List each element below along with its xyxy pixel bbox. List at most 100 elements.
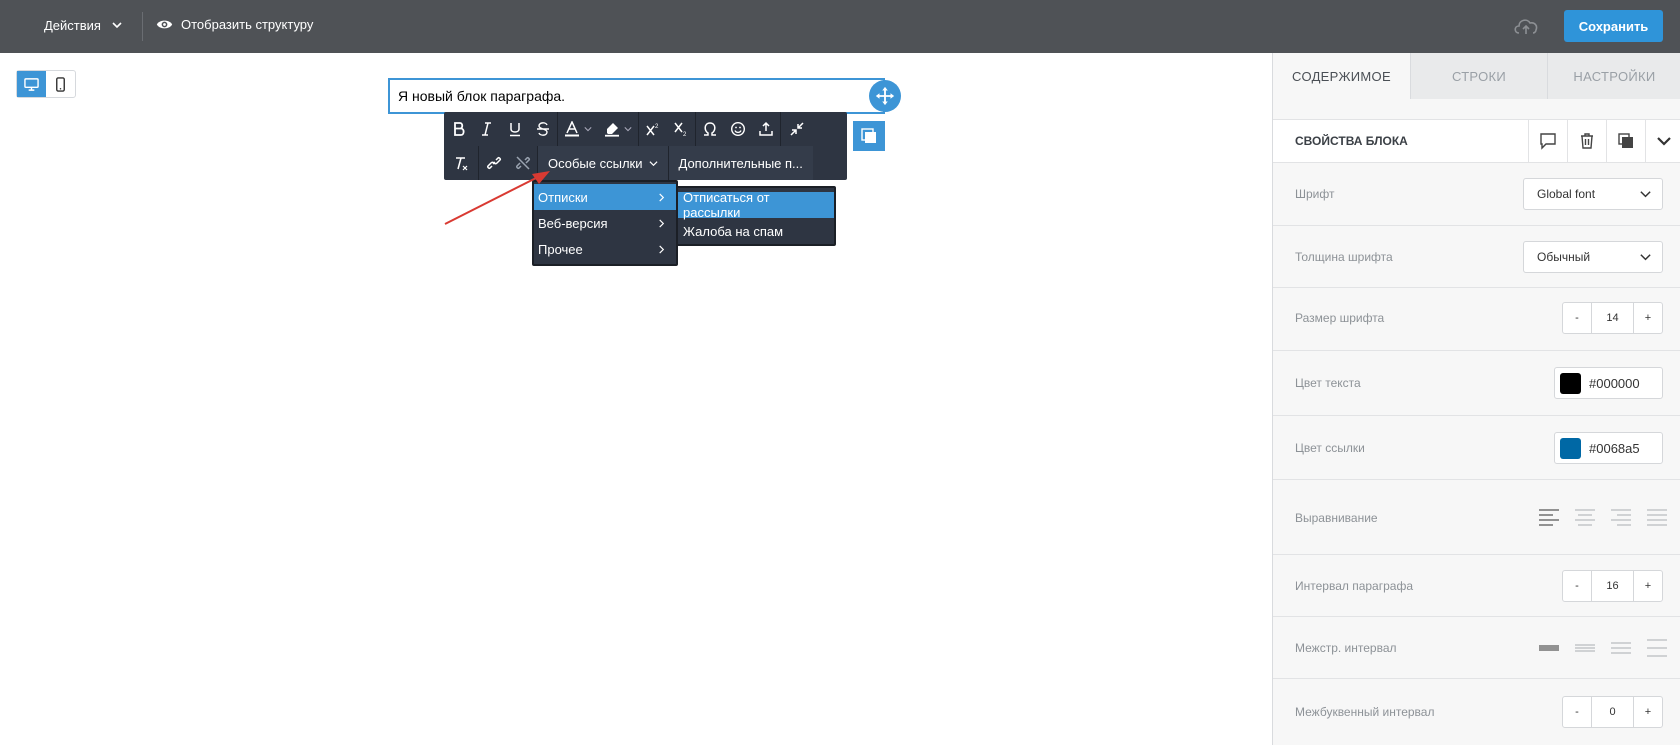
line-height-normal-icon[interactable] bbox=[1574, 638, 1596, 658]
unlink-icon bbox=[516, 156, 530, 170]
link-color-field[interactable]: #0068a5 bbox=[1554, 432, 1663, 464]
text-color-row: Цвет текста #000000 bbox=[1273, 351, 1680, 416]
text-color-field[interactable]: #000000 bbox=[1554, 367, 1663, 399]
link-color-value: #0068a5 bbox=[1589, 440, 1640, 456]
actions-menu[interactable]: Действия bbox=[44, 14, 123, 36]
desktop-icon bbox=[24, 77, 39, 91]
duplicate-block-panel-button[interactable] bbox=[1606, 120, 1645, 162]
subscript-button[interactable]: 2 bbox=[667, 112, 695, 146]
tab-rows[interactable]: СТРОКИ bbox=[1410, 53, 1547, 99]
delete-block-button[interactable] bbox=[1567, 120, 1606, 162]
increment-button[interactable]: + bbox=[1634, 571, 1662, 601]
insert-button[interactable] bbox=[752, 112, 780, 146]
letter-spacing-label: Межбуквенный интервал bbox=[1295, 705, 1435, 719]
font-size-value[interactable]: 14 bbox=[1591, 303, 1634, 333]
duplicate-block-button[interactable] bbox=[853, 121, 885, 151]
chevron-right-icon bbox=[659, 244, 665, 254]
paragraph-spacing-value[interactable]: 16 bbox=[1591, 571, 1634, 601]
show-structure-label: Отобразить структуру bbox=[181, 17, 314, 32]
font-select[interactable]: Global font bbox=[1523, 178, 1663, 210]
submenu-item-label: Отписаться от рассылки bbox=[683, 190, 770, 220]
increment-button[interactable]: + bbox=[1634, 303, 1662, 333]
chevron-down-icon bbox=[1640, 190, 1651, 197]
unsubscribe-submenu: Отписаться от рассылки Жалоба на спам bbox=[676, 186, 836, 246]
link-icon bbox=[487, 157, 501, 169]
line-height-compact-icon[interactable] bbox=[1538, 638, 1560, 658]
top-bar: Действия Отобразить структуру Сохранить bbox=[0, 0, 1680, 53]
text-color-button[interactable] bbox=[558, 112, 598, 146]
superscript-icon: 2 bbox=[646, 124, 659, 136]
submenu-item-spam-complaint[interactable]: Жалоба на спам bbox=[678, 218, 834, 244]
more-options-dropdown[interactable]: Дополнительные п... bbox=[668, 146, 813, 180]
chevron-right-icon bbox=[659, 218, 665, 228]
alignment-label: Выравнивание bbox=[1295, 511, 1378, 525]
move-handle[interactable] bbox=[869, 80, 901, 112]
line-height-buttons bbox=[1538, 638, 1668, 658]
text-color-swatch[interactable] bbox=[1560, 372, 1581, 394]
italic-icon bbox=[482, 122, 491, 136]
chevron-down-icon bbox=[112, 22, 122, 29]
more-options-label: Дополнительные п... bbox=[678, 155, 803, 171]
comment-button[interactable] bbox=[1528, 120, 1567, 162]
letter-spacing-row: Межбуквенный интервал - 0 + bbox=[1273, 679, 1680, 745]
toolbar-row-1: 2 2 bbox=[444, 112, 813, 146]
line-height-loose-icon[interactable] bbox=[1646, 638, 1668, 658]
collapse-toolbar-button[interactable] bbox=[781, 112, 813, 146]
align-justify-icon[interactable] bbox=[1646, 507, 1668, 527]
block-properties-header: СВОЙСТВА БЛОКА bbox=[1273, 119, 1680, 163]
submenu-item-unsubscribe[interactable]: Отписаться от рассылки bbox=[678, 190, 834, 220]
collapse-panel-button[interactable] bbox=[1645, 120, 1680, 162]
mobile-icon bbox=[56, 76, 65, 92]
highlight-color-button[interactable] bbox=[598, 112, 638, 146]
decrement-button[interactable]: - bbox=[1563, 571, 1591, 601]
chevron-down-icon bbox=[648, 160, 658, 166]
link-color-row: Цвет ссылки #0068a5 bbox=[1273, 416, 1680, 480]
superscript-button[interactable]: 2 bbox=[639, 112, 667, 146]
comment-icon bbox=[1540, 133, 1556, 150]
line-height-row: Межстр. интервал bbox=[1273, 617, 1680, 679]
line-height-label: Межстр. интервал bbox=[1295, 641, 1397, 655]
decrement-button[interactable]: - bbox=[1563, 697, 1591, 727]
underline-icon bbox=[510, 123, 520, 137]
desktop-view-button[interactable] bbox=[17, 71, 46, 97]
menu-item-other[interactable]: Прочее bbox=[534, 236, 676, 262]
tab-content[interactable]: СОДЕРЖИМОЕ bbox=[1273, 53, 1410, 99]
font-size-row: Размер шрифта - 14 + bbox=[1273, 288, 1680, 351]
align-center-icon[interactable] bbox=[1574, 507, 1596, 527]
text-color-icon bbox=[565, 121, 579, 137]
strikethrough-button[interactable] bbox=[529, 112, 557, 146]
svg-text:2: 2 bbox=[655, 124, 659, 130]
italic-button[interactable] bbox=[473, 112, 501, 146]
align-right-icon[interactable] bbox=[1610, 507, 1632, 527]
special-char-button[interactable] bbox=[696, 112, 724, 146]
tab-settings[interactable]: НАСТРОЙКИ bbox=[1547, 53, 1680, 99]
show-structure-button[interactable]: Отобразить структуру bbox=[156, 16, 313, 33]
mobile-view-button[interactable] bbox=[46, 71, 75, 97]
chevron-down-icon bbox=[584, 127, 592, 132]
letter-spacing-stepper: - 0 + bbox=[1562, 696, 1663, 728]
actions-label: Действия bbox=[44, 17, 101, 33]
paragraph-spacing-row: Интервал параграфа - 16 + bbox=[1273, 555, 1680, 617]
bold-button[interactable] bbox=[444, 112, 473, 146]
increment-button[interactable]: + bbox=[1634, 697, 1662, 727]
properties-panel: СОДЕРЖИМОЕ СТРОКИ НАСТРОЙКИ СВОЙСТВА БЛО… bbox=[1272, 53, 1680, 745]
underline-button[interactable] bbox=[501, 112, 529, 146]
align-left-icon[interactable] bbox=[1538, 507, 1560, 527]
cloud-upload-icon[interactable] bbox=[1512, 14, 1540, 38]
emoji-button[interactable] bbox=[724, 112, 752, 146]
bold-icon bbox=[453, 122, 465, 136]
paragraph-text[interactable]: Я новый блок параграфа. bbox=[398, 88, 565, 104]
line-height-relaxed-icon[interactable] bbox=[1610, 638, 1632, 658]
device-toggle bbox=[16, 70, 76, 98]
paragraph-block[interactable]: Я новый блок параграфа. bbox=[388, 78, 885, 114]
link-color-swatch[interactable] bbox=[1560, 437, 1581, 459]
upload-icon bbox=[759, 121, 773, 136]
font-weight-select[interactable]: Обычный bbox=[1523, 241, 1663, 273]
save-button[interactable]: Сохранить bbox=[1564, 10, 1663, 42]
letter-spacing-value[interactable]: 0 bbox=[1591, 697, 1634, 727]
font-label: Шрифт bbox=[1295, 187, 1335, 201]
decrement-button[interactable]: - bbox=[1563, 303, 1591, 333]
alignment-row: Выравнивание bbox=[1273, 480, 1680, 555]
chevron-down-icon bbox=[1656, 137, 1671, 146]
duplicate-icon bbox=[1618, 133, 1633, 148]
